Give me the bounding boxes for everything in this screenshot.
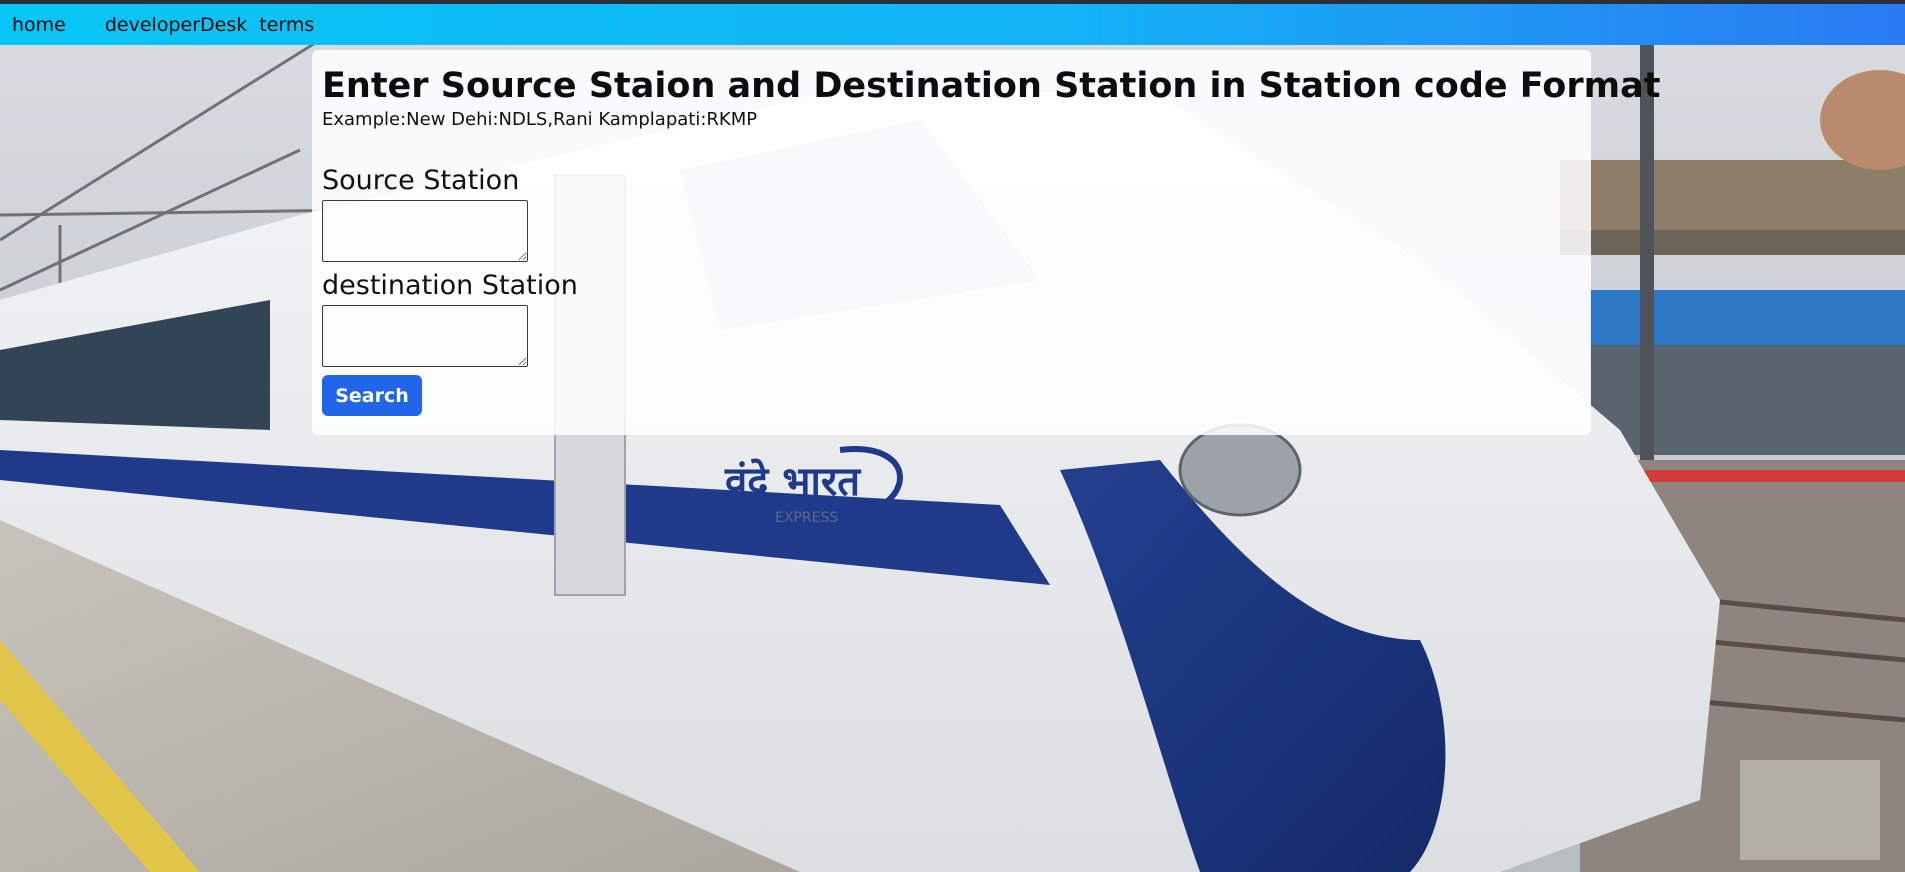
source-station-label: Source Station — [322, 165, 520, 196]
train-logo-subtext: EXPRESS — [775, 510, 838, 526]
nav-link-terms[interactable]: terms — [259, 14, 314, 36]
nav-link-home[interactable]: home — [12, 14, 66, 36]
destination-station-label: destination Station — [322, 270, 578, 301]
source-station-input[interactable] — [322, 200, 528, 262]
nav-link-developer-desk[interactable]: developerDesk — [105, 14, 247, 36]
train-logo-text: वंदे भारत — [724, 458, 861, 505]
search-button[interactable]: Search — [322, 375, 422, 416]
page: वंदे भारत EXPRESS home developerDesk ter… — [0, 0, 1905, 872]
top-nav-bar: home developerDesk terms — [0, 0, 1905, 45]
page-title: Enter Source Staion and Destination Stat… — [322, 66, 1661, 106]
destination-station-input[interactable] — [322, 305, 528, 367]
example-hint: Example:New Dehi:NDLS,Rani Kamplapati:RK… — [322, 109, 758, 130]
station-search-panel: Enter Source Staion and Destination Stat… — [312, 50, 1661, 435]
